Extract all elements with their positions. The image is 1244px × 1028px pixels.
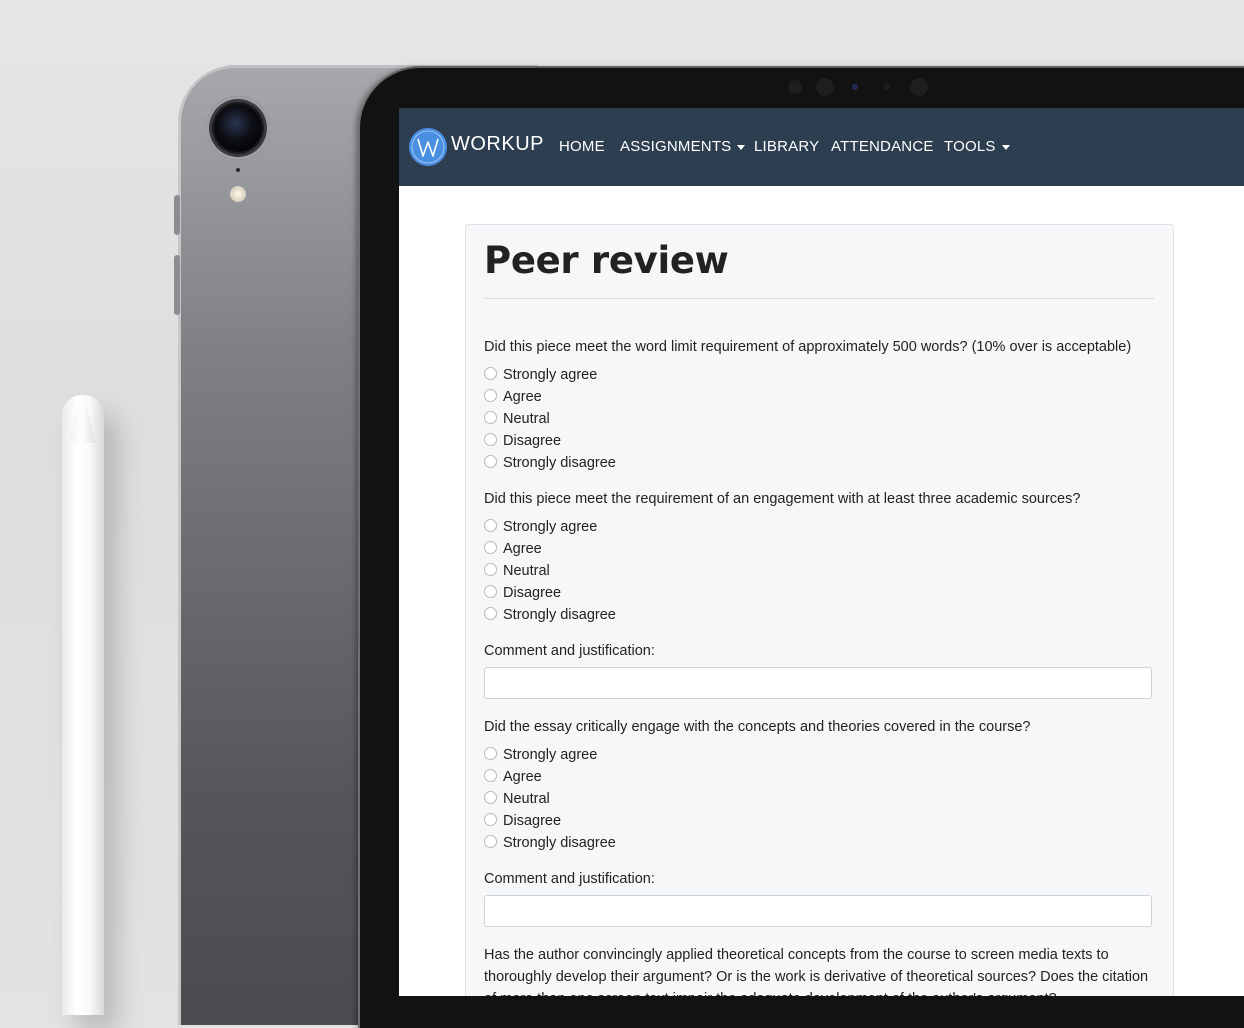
radio-button[interactable] [484, 410, 497, 424]
radio-button[interactable] [484, 584, 497, 598]
radio-button[interactable] [484, 388, 497, 402]
option-label: Disagree [503, 585, 562, 601]
option-label: Strongly agree [503, 747, 598, 763]
nav-item-library[interactable]: LIBRARY [754, 138, 819, 155]
option-label: Strongly agree [503, 519, 598, 535]
rear-microphone [236, 168, 240, 172]
option-label: Disagree [503, 433, 562, 449]
nav-item-assignments[interactable]: ASSIGNMENTS [620, 138, 746, 155]
question-1-text: Did this piece meet the word limit requi… [484, 339, 1132, 355]
page-title: Peer review [484, 239, 729, 282]
comment-label: Comment and justification: [484, 643, 655, 659]
nav-label: HOME [559, 138, 605, 155]
nav-label: LIBRARY [754, 138, 820, 155]
option-label: Neutral [503, 791, 550, 807]
q2-option-agree[interactable]: Agree [484, 538, 542, 560]
front-sensor [788, 80, 802, 94]
q1-option-strongly-agree[interactable]: Strongly agree [484, 364, 597, 386]
brand-name[interactable]: WORKUP [451, 133, 544, 156]
q3-option-disagree[interactable]: Disagree [484, 810, 561, 832]
rear-flash-icon [230, 186, 246, 202]
front-sensor [852, 84, 858, 90]
q3-option-agree[interactable]: Agree [484, 766, 542, 788]
nav-item-tools[interactable]: TOOLS [944, 138, 1010, 155]
radio-button[interactable] [484, 518, 497, 532]
radio-button[interactable] [484, 540, 497, 554]
caret-down-icon [1001, 144, 1010, 150]
nav-item-home[interactable]: HOME [559, 138, 605, 155]
comment-label: Comment and justification: [484, 871, 655, 887]
peer-review-card: Peer review Did this piece meet the word… [465, 224, 1174, 996]
option-label: Agree [503, 541, 542, 557]
q1-option-disagree[interactable]: Disagree [484, 430, 561, 452]
option-label: Neutral [503, 411, 550, 427]
q1-option-neutral[interactable]: Neutral [484, 408, 550, 430]
q2-option-neutral[interactable]: Neutral [484, 560, 550, 582]
nav-item-attendance[interactable]: ATTENDANCE [831, 138, 934, 155]
radio-button[interactable] [484, 432, 497, 446]
option-label: Neutral [503, 563, 550, 579]
radio-button[interactable] [484, 366, 497, 380]
question-4-text: Has the author convincingly applied theo… [484, 947, 1149, 996]
side-button [174, 195, 180, 235]
question-2-text: Did this piece meet the requirement of a… [484, 491, 1081, 507]
q2-option-strongly-agree[interactable]: Strongly agree [484, 516, 597, 538]
q3-option-strongly-disagree[interactable]: Strongly disagree [484, 832, 616, 854]
nav-label: ATTENDANCE [831, 138, 934, 155]
option-label: Strongly disagree [503, 455, 616, 471]
radio-button[interactable] [484, 454, 497, 468]
front-sensor [884, 84, 890, 90]
option-label: Strongly disagree [503, 835, 616, 851]
radio-button[interactable] [484, 768, 497, 782]
rear-camera-lens-icon [214, 104, 262, 152]
option-label: Agree [503, 389, 542, 405]
w-logo-icon[interactable] [409, 128, 447, 166]
comment-field[interactable] [484, 895, 1152, 927]
side-button [174, 255, 180, 315]
top-navbar: WORKUP HOME ASSIGNMENTS LIBRARY ATTENDAN… [399, 108, 1244, 186]
radio-button[interactable] [484, 790, 497, 804]
q3-option-neutral[interactable]: Neutral [484, 788, 550, 810]
radio-button[interactable] [484, 834, 497, 848]
q2-option-disagree[interactable]: Disagree [484, 582, 561, 604]
tablet-screen: WORKUP HOME ASSIGNMENTS LIBRARY ATTENDAN… [399, 108, 1244, 996]
radio-button[interactable] [484, 812, 497, 826]
option-label: Disagree [503, 813, 562, 829]
radio-button[interactable] [484, 746, 497, 760]
option-label: Strongly agree [503, 367, 598, 383]
stylus-pencil [62, 395, 104, 1015]
comment-field[interactable] [484, 667, 1152, 699]
q3-option-strongly-agree[interactable]: Strongly agree [484, 744, 597, 766]
q2-option-strongly-disagree[interactable]: Strongly disagree [484, 604, 616, 626]
caret-down-icon [737, 144, 746, 150]
question-3-text: Did the essay critically engage with the… [484, 719, 1031, 735]
option-label: Agree [503, 769, 542, 785]
radio-button[interactable] [484, 606, 497, 620]
nav-label: ASSIGNMENTS [620, 138, 732, 155]
radio-button[interactable] [484, 562, 497, 576]
title-divider [484, 298, 1154, 299]
face-id-sensor [910, 78, 928, 96]
q1-option-strongly-disagree[interactable]: Strongly disagree [484, 452, 616, 474]
front-camera [816, 78, 834, 96]
nav-label: TOOLS [944, 138, 996, 155]
option-label: Strongly disagree [503, 607, 616, 623]
q1-option-agree[interactable]: Agree [484, 386, 542, 408]
